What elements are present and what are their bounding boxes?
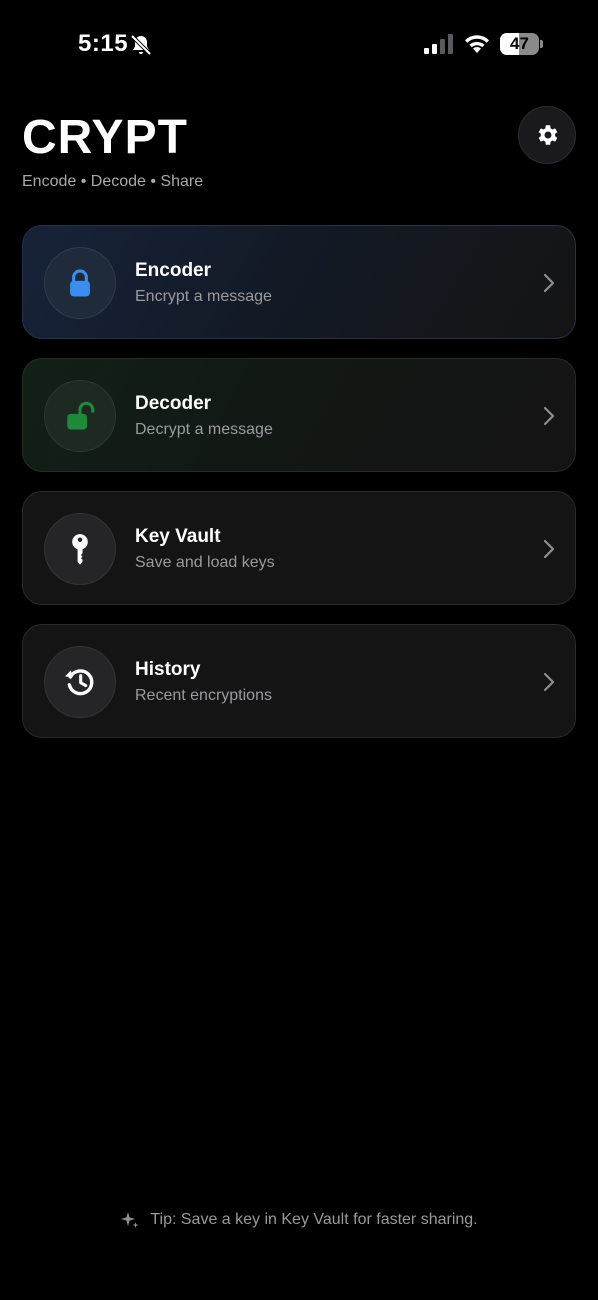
lock-icon	[70, 269, 90, 297]
signal-icon	[424, 34, 453, 54]
sparkle-icon	[121, 1212, 139, 1228]
home-screen: 5:15 47 CRYPT Encode • Decode • Share En…	[0, 0, 598, 1300]
key-icon	[72, 534, 88, 565]
key-vault-subtitle: Save and load keys	[135, 554, 275, 571]
history-title: History	[135, 659, 201, 680]
battery-icon: 47	[500, 33, 544, 55]
tip-text: Tip: Save a key in Key Vault for faster …	[150, 1211, 478, 1228]
key-vault-title: Key Vault	[135, 526, 221, 547]
history-icon-circle	[44, 646, 116, 718]
history-card[interactable]: History Recent encryptions	[22, 624, 576, 738]
app-subtitle: Encode • Decode • Share	[22, 173, 204, 190]
bell-slash-icon	[130, 34, 152, 56]
chevron-right-icon	[543, 406, 555, 426]
wifi-icon	[465, 35, 489, 53]
history-subtitle: Recent encryptions	[135, 687, 272, 704]
encoder-title: Encoder	[135, 260, 212, 281]
encoder-card[interactable]: Encoder Encrypt a message	[22, 225, 576, 339]
key-vault-card[interactable]: Key Vault Save and load keys	[22, 491, 576, 605]
decoder-subtitle: Decrypt a message	[135, 421, 273, 438]
chevron-right-icon	[543, 672, 555, 692]
tip: Tip: Save a key in Key Vault for faster …	[0, 1210, 598, 1230]
battery-level: 47	[510, 34, 529, 53]
key-vault-icon-circle	[44, 513, 116, 585]
history-icon	[65, 669, 94, 696]
status-bar: 5:15 47	[0, 0, 598, 90]
app-title: CRYPT	[22, 111, 188, 164]
chevron-right-icon	[543, 539, 555, 559]
menu-list: Encoder Encrypt a message Decoder Decryp…	[22, 225, 576, 757]
chevron-right-icon	[543, 273, 555, 293]
status-time: 5:15	[78, 30, 129, 57]
decoder-title: Decoder	[135, 393, 212, 414]
encoder-subtitle: Encrypt a message	[135, 288, 272, 305]
unlock-icon	[67, 401, 95, 430]
settings-button[interactable]	[518, 106, 576, 164]
decoder-card[interactable]: Decoder Decrypt a message	[22, 358, 576, 472]
gear-icon	[538, 125, 558, 145]
decoder-icon-circle	[44, 380, 116, 452]
encoder-icon-circle	[44, 247, 116, 319]
